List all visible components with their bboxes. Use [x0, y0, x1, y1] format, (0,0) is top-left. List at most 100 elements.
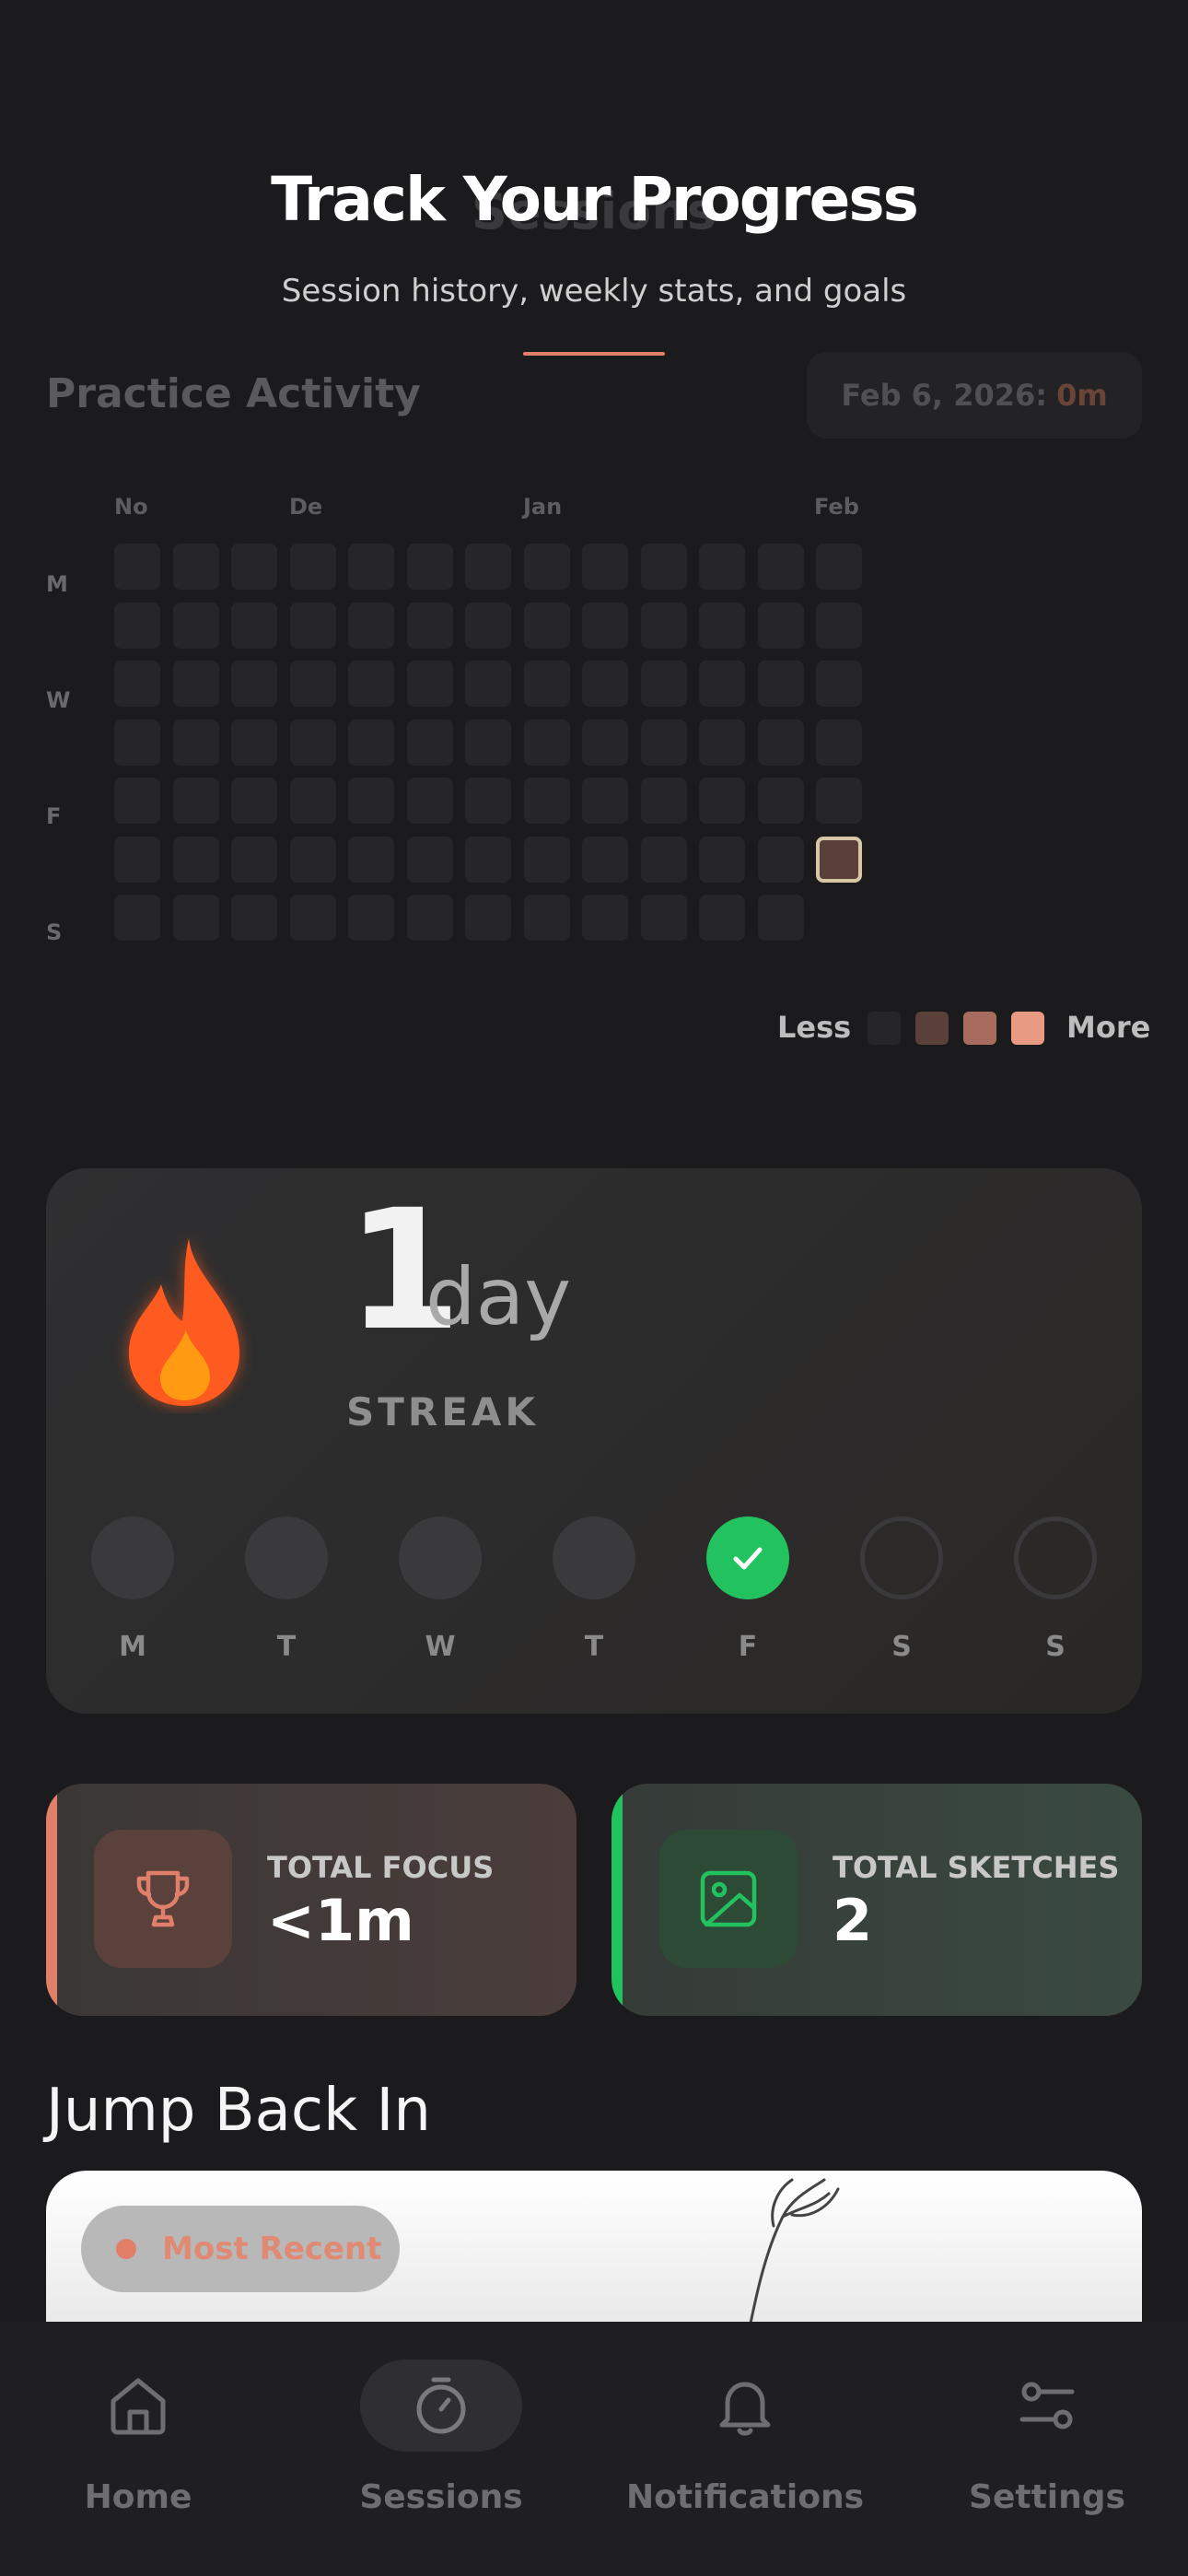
heatmap-cell[interactable] — [699, 778, 745, 824]
heatmap-cell[interactable] — [348, 837, 394, 883]
heatmap-cell[interactable] — [407, 837, 453, 883]
heatmap-cell[interactable] — [407, 720, 453, 766]
heatmap-cell[interactable] — [641, 895, 687, 941]
heatmap-cell[interactable] — [465, 544, 511, 590]
heatmap-cell[interactable] — [290, 603, 336, 649]
heatmap-cell[interactable] — [816, 661, 862, 707]
nav-item-notifications[interactable]: Notifications — [607, 2355, 883, 2516]
nav-item-home[interactable]: Home — [0, 2355, 276, 2516]
heatmap-cell[interactable] — [348, 603, 394, 649]
heatmap-cell[interactable] — [641, 837, 687, 883]
heatmap-cell[interactable] — [582, 895, 628, 941]
heatmap-cell[interactable] — [816, 544, 862, 590]
heatmap-cell[interactable] — [758, 661, 804, 707]
heatmap-cell[interactable] — [816, 720, 862, 766]
heatmap-cell[interactable] — [699, 837, 745, 883]
heatmap-cell[interactable] — [348, 895, 394, 941]
heatmap-cell[interactable] — [290, 895, 336, 941]
heatmap-cell[interactable] — [699, 895, 745, 941]
heatmap-cell[interactable] — [524, 720, 570, 766]
heatmap-cell[interactable] — [407, 603, 453, 649]
heatmap-cell[interactable] — [524, 837, 570, 883]
weekday-label-wed: W — [46, 687, 71, 713]
heatmap-cell[interactable] — [758, 720, 804, 766]
heatmap-cell[interactable] — [290, 720, 336, 766]
heatmap-cell[interactable] — [173, 837, 219, 883]
heatmap-cell[interactable] — [465, 661, 511, 707]
heatmap-cell[interactable] — [173, 720, 219, 766]
heatmap-cell[interactable] — [699, 720, 745, 766]
heatmap-cell[interactable] — [231, 837, 277, 883]
heatmap-cell[interactable] — [114, 720, 160, 766]
heatmap-cell[interactable] — [114, 895, 160, 941]
heatmap-cell[interactable] — [348, 778, 394, 824]
heatmap-cell[interactable] — [641, 778, 687, 824]
heatmap-cell[interactable] — [407, 895, 453, 941]
heatmap-cell[interactable] — [173, 778, 219, 824]
month-label-feb: Feb — [814, 494, 859, 520]
heatmap-cell[interactable] — [758, 778, 804, 824]
heatmap-cell[interactable] — [465, 720, 511, 766]
heatmap-cell[interactable] — [582, 837, 628, 883]
heatmap-cell[interactable] — [290, 837, 336, 883]
heatmap-cell[interactable] — [816, 778, 862, 824]
heatmap-cell[interactable] — [114, 603, 160, 649]
heatmap-cell[interactable] — [582, 720, 628, 766]
heatmap-cell[interactable] — [641, 544, 687, 590]
heatmap-cell[interactable] — [524, 895, 570, 941]
heatmap-cell[interactable] — [173, 895, 219, 941]
heatmap-cell[interactable] — [231, 544, 277, 590]
heatmap-cell[interactable] — [290, 544, 336, 590]
heatmap-cell[interactable] — [641, 661, 687, 707]
heatmap-cell[interactable] — [173, 661, 219, 707]
heatmap-cell[interactable] — [290, 661, 336, 707]
heatmap-cell[interactable] — [465, 603, 511, 649]
heatmap-cell[interactable] — [641, 720, 687, 766]
heatmap-cell[interactable] — [699, 661, 745, 707]
heatmap-cell[interactable] — [407, 544, 453, 590]
heatmap-cell[interactable] — [348, 661, 394, 707]
heatmap-cell[interactable] — [758, 603, 804, 649]
nav-item-settings[interactable]: Settings — [909, 2355, 1185, 2516]
heatmap-cell[interactable] — [758, 837, 804, 883]
heatmap-cell[interactable] — [348, 720, 394, 766]
heatmap-cell[interactable] — [173, 603, 219, 649]
heatmap-cell[interactable] — [699, 603, 745, 649]
heatmap-cell[interactable] — [816, 603, 862, 649]
heatmap-cell[interactable] — [641, 603, 687, 649]
heatmap-cell[interactable] — [114, 544, 160, 590]
heatmap-cell[interactable] — [290, 778, 336, 824]
heatmap-cell[interactable] — [524, 603, 570, 649]
total-sketches-card[interactable]: TOTAL SKETCHES 2 — [611, 1784, 1142, 2016]
nav-item-sessions[interactable]: Sessions — [303, 2355, 579, 2516]
heatmap-cell[interactable] — [407, 778, 453, 824]
total-focus-card[interactable]: TOTAL FOCUS <1m — [46, 1784, 577, 2016]
heatmap-cell[interactable] — [114, 837, 160, 883]
heatmap-cell[interactable] — [407, 661, 453, 707]
heatmap-cell[interactable] — [114, 661, 160, 707]
heatmap-cell-today[interactable] — [816, 837, 862, 883]
heatmap-cell[interactable] — [758, 544, 804, 590]
heatmap-cell[interactable] — [231, 661, 277, 707]
selected-date-label: Feb 6, 2026: — [841, 378, 1048, 413]
heatmap-cell[interactable] — [465, 837, 511, 883]
heatmap-cell[interactable] — [524, 661, 570, 707]
heatmap-cell[interactable] — [699, 544, 745, 590]
heatmap-cell[interactable] — [231, 895, 277, 941]
heatmap-cell[interactable] — [231, 778, 277, 824]
heatmap-cell[interactable] — [582, 603, 628, 649]
selected-date-pill[interactable]: Feb 6, 2026: 0m — [807, 352, 1142, 439]
heatmap-cell[interactable] — [582, 544, 628, 590]
heatmap-cell[interactable] — [231, 603, 277, 649]
heatmap-cell[interactable] — [173, 544, 219, 590]
heatmap-cell[interactable] — [582, 661, 628, 707]
heatmap-cell[interactable] — [524, 544, 570, 590]
heatmap-cell[interactable] — [231, 720, 277, 766]
heatmap-cell[interactable] — [465, 778, 511, 824]
heatmap-cell[interactable] — [524, 778, 570, 824]
heatmap-cell[interactable] — [582, 778, 628, 824]
heatmap-cell[interactable] — [114, 778, 160, 824]
heatmap-cell[interactable] — [348, 544, 394, 590]
heatmap-cell[interactable] — [758, 895, 804, 941]
heatmap-cell[interactable] — [465, 895, 511, 941]
